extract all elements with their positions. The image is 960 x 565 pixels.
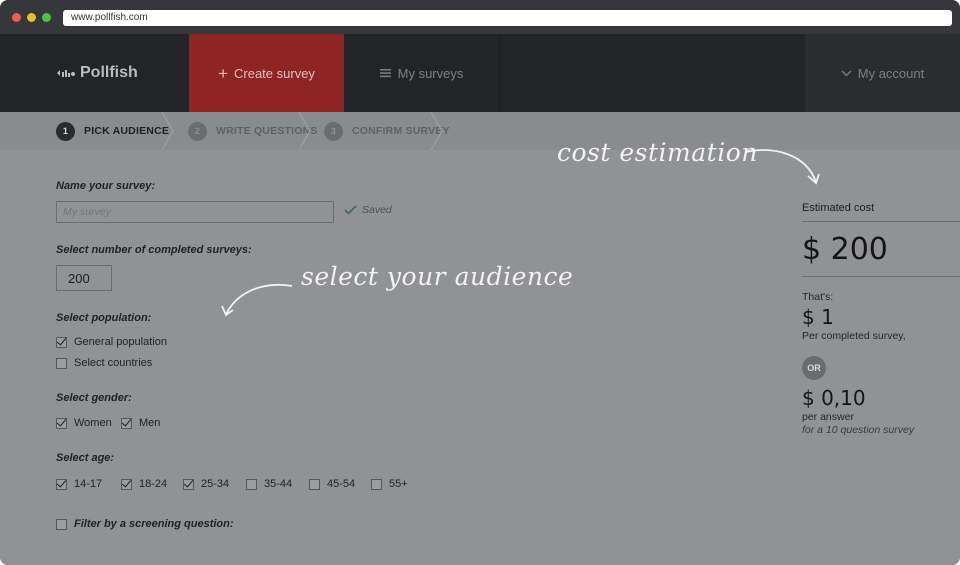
wizard-steps: 1 PICK AUDIENCE 2 WRITE QUESTIONS 3 CONF…	[0, 112, 960, 150]
checkbox-box	[56, 478, 67, 490]
survey-count-input[interactable]: 200	[56, 265, 112, 291]
checkbox-box	[121, 417, 132, 429]
general-population-checkbox[interactable]: General population	[56, 336, 167, 348]
or-badge: OR	[802, 356, 826, 380]
brand-name: Pollfish	[80, 64, 138, 81]
create-survey-button[interactable]: + Create survey	[189, 34, 344, 112]
checkbox-label: 55+	[389, 478, 408, 490]
men-checkbox[interactable]: Men	[121, 417, 160, 429]
cost-divider	[802, 221, 960, 222]
survey-form-area: Name your survey: Saved Select number of…	[0, 138, 960, 565]
my-account-menu[interactable]: My account	[805, 34, 960, 112]
gender-label: Select gender:	[56, 392, 132, 404]
survey-name-input[interactable]	[56, 201, 334, 223]
checkmark-icon	[344, 205, 357, 215]
population-label: Select population:	[56, 312, 152, 324]
age-18-24-checkbox[interactable]: 18-24	[121, 478, 167, 490]
checkbox-label: 25-34	[201, 478, 230, 490]
cost-per-answer: $ 0,10	[802, 386, 866, 410]
nav-divider	[499, 34, 500, 112]
estimated-cost-total: $ 200	[802, 232, 888, 267]
checkbox-label: 45-54	[327, 478, 356, 490]
step-separator-icon	[161, 112, 174, 150]
checkbox-box	[309, 478, 320, 490]
screening-question-checkbox[interactable]: Filter by a screening question:	[56, 518, 234, 530]
checkbox-box	[56, 336, 67, 348]
cost-per-answer-note: for a 10 question survey	[802, 424, 915, 436]
my-surveys-label: My surveys	[397, 65, 464, 81]
checkbox-label: 14-17	[74, 478, 103, 490]
checkbox-box	[246, 478, 257, 490]
checkbox-box	[56, 518, 67, 530]
age-label: Select age:	[56, 452, 115, 464]
fish-logo-icon	[57, 70, 75, 77]
brand-logo[interactable]: Pollfish	[56, 64, 138, 82]
women-checkbox[interactable]: Women	[56, 417, 112, 429]
cost-divider	[802, 276, 960, 277]
saved-indicator: Saved	[344, 204, 392, 216]
checkbox-label: Select countries	[74, 357, 153, 369]
chevron-down-icon	[841, 70, 852, 76]
estimated-cost-title: Estimated cost	[802, 202, 875, 214]
audience-annotation: select your audience	[301, 262, 574, 291]
checkbox-box	[56, 417, 67, 429]
plus-icon: +	[218, 63, 228, 83]
age-14-17-checkbox[interactable]: 14-17	[56, 478, 102, 490]
cost-per-survey: $ 1	[802, 305, 834, 329]
cost-annotation: cost estimation	[557, 138, 758, 167]
curved-arrow-icon	[221, 283, 293, 317]
minimize-window-button[interactable]	[27, 13, 36, 22]
select-countries-checkbox[interactable]: Select countries	[56, 357, 152, 369]
checkbox-box	[121, 478, 132, 490]
curved-arrow-icon	[745, 149, 820, 185]
step-number: 3	[324, 121, 343, 141]
checkbox-label: Filter by a screening question:	[74, 518, 234, 530]
thats-label: That's:	[802, 291, 834, 303]
step-number: 2	[188, 121, 207, 141]
age-45-54-checkbox[interactable]: 45-54	[309, 478, 355, 490]
cost-per-answer-label: per answer	[802, 411, 854, 423]
checkbox-box	[371, 478, 382, 490]
checkbox-label: 18-24	[139, 478, 168, 490]
address-bar[interactable]: www.pollfish.com	[63, 10, 952, 26]
top-nav: Pollfish + Create survey My surveys My a…	[0, 34, 960, 112]
create-survey-label: Create survey	[234, 65, 315, 81]
checkbox-label: 35-44	[264, 478, 293, 490]
checkbox-label: General population	[74, 336, 167, 348]
checkbox-label: Men	[139, 417, 161, 429]
maximize-window-button[interactable]	[42, 13, 51, 22]
step-separator-icon	[430, 112, 443, 150]
my-surveys-link[interactable]: My surveys	[344, 34, 499, 112]
saved-label: Saved	[362, 204, 392, 216]
survey-count-label: Select number of completed surveys:	[56, 244, 252, 256]
checkbox-box	[183, 478, 194, 490]
browser-window: www.pollfish.com Pollfish + Create surve…	[0, 0, 960, 565]
step-pick-audience[interactable]: 1 PICK AUDIENCE	[56, 112, 169, 150]
step-number: 1	[56, 121, 75, 141]
survey-name-label: Name your survey:	[56, 180, 156, 192]
age-35-44-checkbox[interactable]: 35-44	[246, 478, 292, 490]
browser-chrome: www.pollfish.com	[0, 0, 960, 34]
age-25-34-checkbox[interactable]: 25-34	[183, 478, 229, 490]
checkbox-label: Women	[74, 417, 112, 429]
checkbox-box	[56, 357, 67, 369]
step-label: PICK AUDIENCE	[84, 125, 170, 137]
my-account-label: My account	[857, 65, 925, 81]
close-window-button[interactable]	[12, 13, 21, 22]
age-55-plus-checkbox[interactable]: 55+	[371, 478, 408, 490]
cost-per-survey-label: Per completed survey,	[802, 330, 906, 342]
step-separator-icon	[298, 112, 311, 150]
list-icon	[379, 69, 391, 78]
